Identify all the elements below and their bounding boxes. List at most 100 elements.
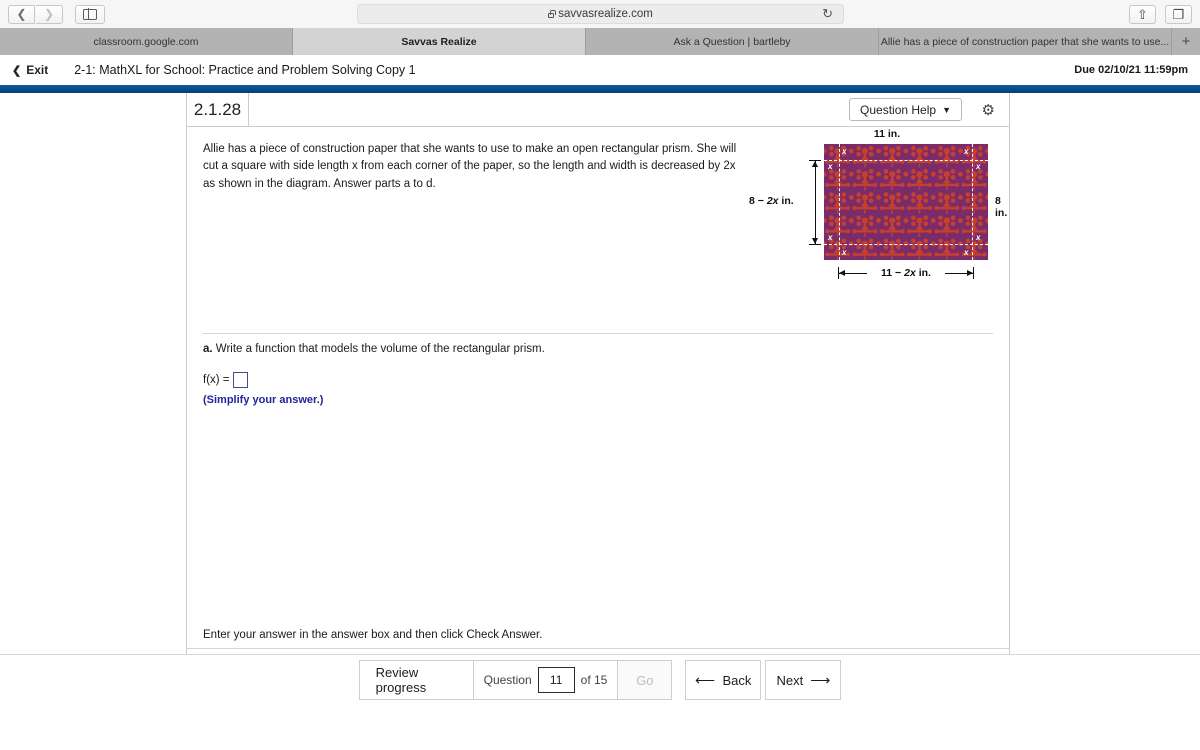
chevron-right-icon: ❯ (43, 7, 55, 21)
left-arrow-up-icon (811, 161, 818, 167)
forward-button[interactable]: ❯ (36, 4, 63, 24)
diagram-left-label: 8 − 2x in. (749, 195, 794, 207)
arrow-left-icon: ⟶ (695, 671, 716, 688)
chevron-down-icon: ▼ (942, 104, 951, 115)
bottom-tick-right (973, 267, 975, 279)
new-tab-button[interactable]: + (1172, 28, 1200, 55)
share-button[interactable]: ⇧ (1129, 4, 1156, 24)
x-label-top-left-h: x (842, 147, 847, 156)
browser-tab-savvas-realize[interactable]: Savvas Realize (293, 28, 586, 55)
back-label: Back (722, 672, 752, 688)
chevron-left-icon: ❮ (16, 7, 27, 21)
browser-chrome: ❮ ❯ savvasrealize.com ↻ ⇧ ❐ classroom.go… (0, 0, 1200, 55)
tabs-overview-icon: ❐ (1172, 6, 1185, 22)
x-label-bottom-left-v: x (828, 233, 833, 242)
chevron-left-icon: ❮ (12, 64, 22, 77)
next-nav-button[interactable]: Next ⟶ (765, 660, 842, 700)
construction-paper-diagram: 11 in. 8 in. 8 − 2x in. x x x x x x x x … (749, 127, 1011, 307)
bottom-arrow-left-icon (839, 269, 845, 276)
tab-label: Savvas Realize (401, 35, 477, 48)
sidebar-icon (83, 8, 97, 20)
toolbar-right-buttons: ⇧ ❐ (1129, 4, 1192, 24)
left-label-variable: 2x (766, 195, 779, 207)
address-bar-text: savvasrealize.com (558, 8, 653, 20)
diagram-bottom-label: 11 − 2x in. (881, 267, 931, 279)
browser-tab-bartleby[interactable]: Ask a Question | bartleby (586, 28, 879, 55)
share-icon: ⇧ (1137, 6, 1148, 22)
exercise-number: 2.1.28 (187, 92, 249, 127)
x-label-bottom-left-h: x (842, 248, 847, 257)
address-bar[interactable]: savvasrealize.com ↻ (357, 4, 844, 24)
x-label-bottom-right-v: x (976, 233, 981, 242)
show-tabs-button[interactable]: ❐ (1165, 4, 1192, 24)
cut-line-bottom (824, 244, 988, 245)
diagram-right-label: 8 in. (995, 195, 1008, 219)
question-prompt: Allie has a piece of construction paper … (203, 143, 737, 190)
browser-tab-classroom[interactable]: classroom.google.com (0, 28, 293, 55)
question-help-label: Question Help (860, 102, 937, 117)
x-label-top-right-h: x (964, 147, 969, 156)
question-number-input[interactable] (537, 667, 575, 693)
bottom-label-suffix: in. (915, 267, 931, 279)
sidebar-toggle-button[interactable] (75, 4, 105, 24)
simplify-hint: (Simplify your answer.) (203, 394, 324, 406)
paper-pattern (824, 144, 988, 260)
part-a-section: a. Write a function that models the volu… (203, 343, 545, 406)
section-divider (203, 333, 993, 334)
app-header: ❮ Exit 2-1: MathXL for School: Practice … (0, 55, 1200, 85)
bottom-navigation-bar: Review progress Question of 15 Go ⟶ Back… (0, 654, 1200, 705)
bottom-label-variable: 2x (904, 267, 916, 279)
exercise-body: Allie has a piece of construction paper … (187, 127, 1011, 406)
part-a-text: Write a function that models the volume … (215, 343, 545, 355)
browser-tab-allie-question[interactable]: Allie has a piece of construction paper … (879, 28, 1172, 55)
header-accent-bar (0, 85, 1200, 93)
review-progress-button[interactable]: Review progress (358, 660, 474, 700)
tab-label: Ask a Question | bartleby (673, 35, 791, 48)
paper-rectangle: x x x x x x x x (824, 144, 988, 260)
go-button[interactable]: Go (618, 660, 673, 700)
bottom-arrow-right-icon (967, 269, 973, 276)
settings-gear-button[interactable]: ⚙ (982, 101, 995, 119)
plus-icon: + (1181, 33, 1191, 50)
cut-line-left (839, 144, 840, 260)
back-nav-button[interactable]: ⟶ Back (685, 660, 762, 700)
left-tick-bottom (809, 244, 821, 246)
tab-label: classroom.google.com (93, 35, 199, 48)
due-date: Due 02/10/21 11:59pm (1074, 64, 1188, 76)
bottom-label-prefix: 11 − (881, 267, 905, 279)
left-measure-line (814, 161, 816, 244)
x-label-top-left-v: x (828, 162, 833, 171)
exit-label: Exit (26, 63, 49, 77)
question-navigator: Question of 15 (473, 660, 619, 700)
question-help-button[interactable]: Question Help ▼ (849, 98, 962, 121)
tab-label: Allie has a piece of construction paper … (880, 35, 1170, 48)
browser-toolbar: ❮ ❯ savvasrealize.com ↻ ⇧ ❐ (0, 0, 1200, 28)
question-label: Question (483, 673, 532, 687)
instruction-text: Enter your answer in the answer box and … (203, 629, 543, 641)
answer-row: f(x) = (203, 372, 545, 388)
reload-icon[interactable]: ↻ (822, 6, 833, 22)
next-label: Next (776, 672, 804, 688)
left-label-suffix: in. (778, 195, 794, 207)
diagram-top-label: 11 in. (873, 128, 901, 140)
exit-button[interactable]: ❮ Exit (12, 63, 48, 77)
fx-prefix: f(x) = (203, 374, 230, 386)
workspace: 2.1.28 Question Help ▼ ⚙ Allie has a pie… (0, 92, 1200, 705)
cut-line-right (972, 144, 973, 260)
back-button[interactable]: ❮ (8, 4, 35, 24)
question-total-label: of 15 (580, 673, 608, 687)
gear-icon: ⚙ (981, 101, 995, 119)
answer-input[interactable] (232, 372, 248, 388)
left-arrow-down-icon (811, 238, 818, 244)
exercise-toolbar: 2.1.28 Question Help ▼ ⚙ (187, 92, 1009, 127)
part-a-letter: a. (203, 343, 213, 355)
nav-buttons: ❮ ❯ (8, 4, 63, 24)
tab-strip: classroom.google.com Savvas Realize Ask … (0, 28, 1200, 55)
exercise-panel: 2.1.28 Question Help ▼ ⚙ Allie has a pie… (186, 92, 1011, 696)
x-label-top-right-v: x (976, 162, 981, 171)
lock-icon (548, 9, 556, 18)
part-a-label: a. Write a function that models the volu… (203, 343, 545, 355)
cut-line-top (824, 160, 988, 161)
assignment-title: 2-1: MathXL for School: Practice and Pro… (74, 63, 416, 77)
arrow-right-icon: ⟶ (810, 671, 831, 688)
